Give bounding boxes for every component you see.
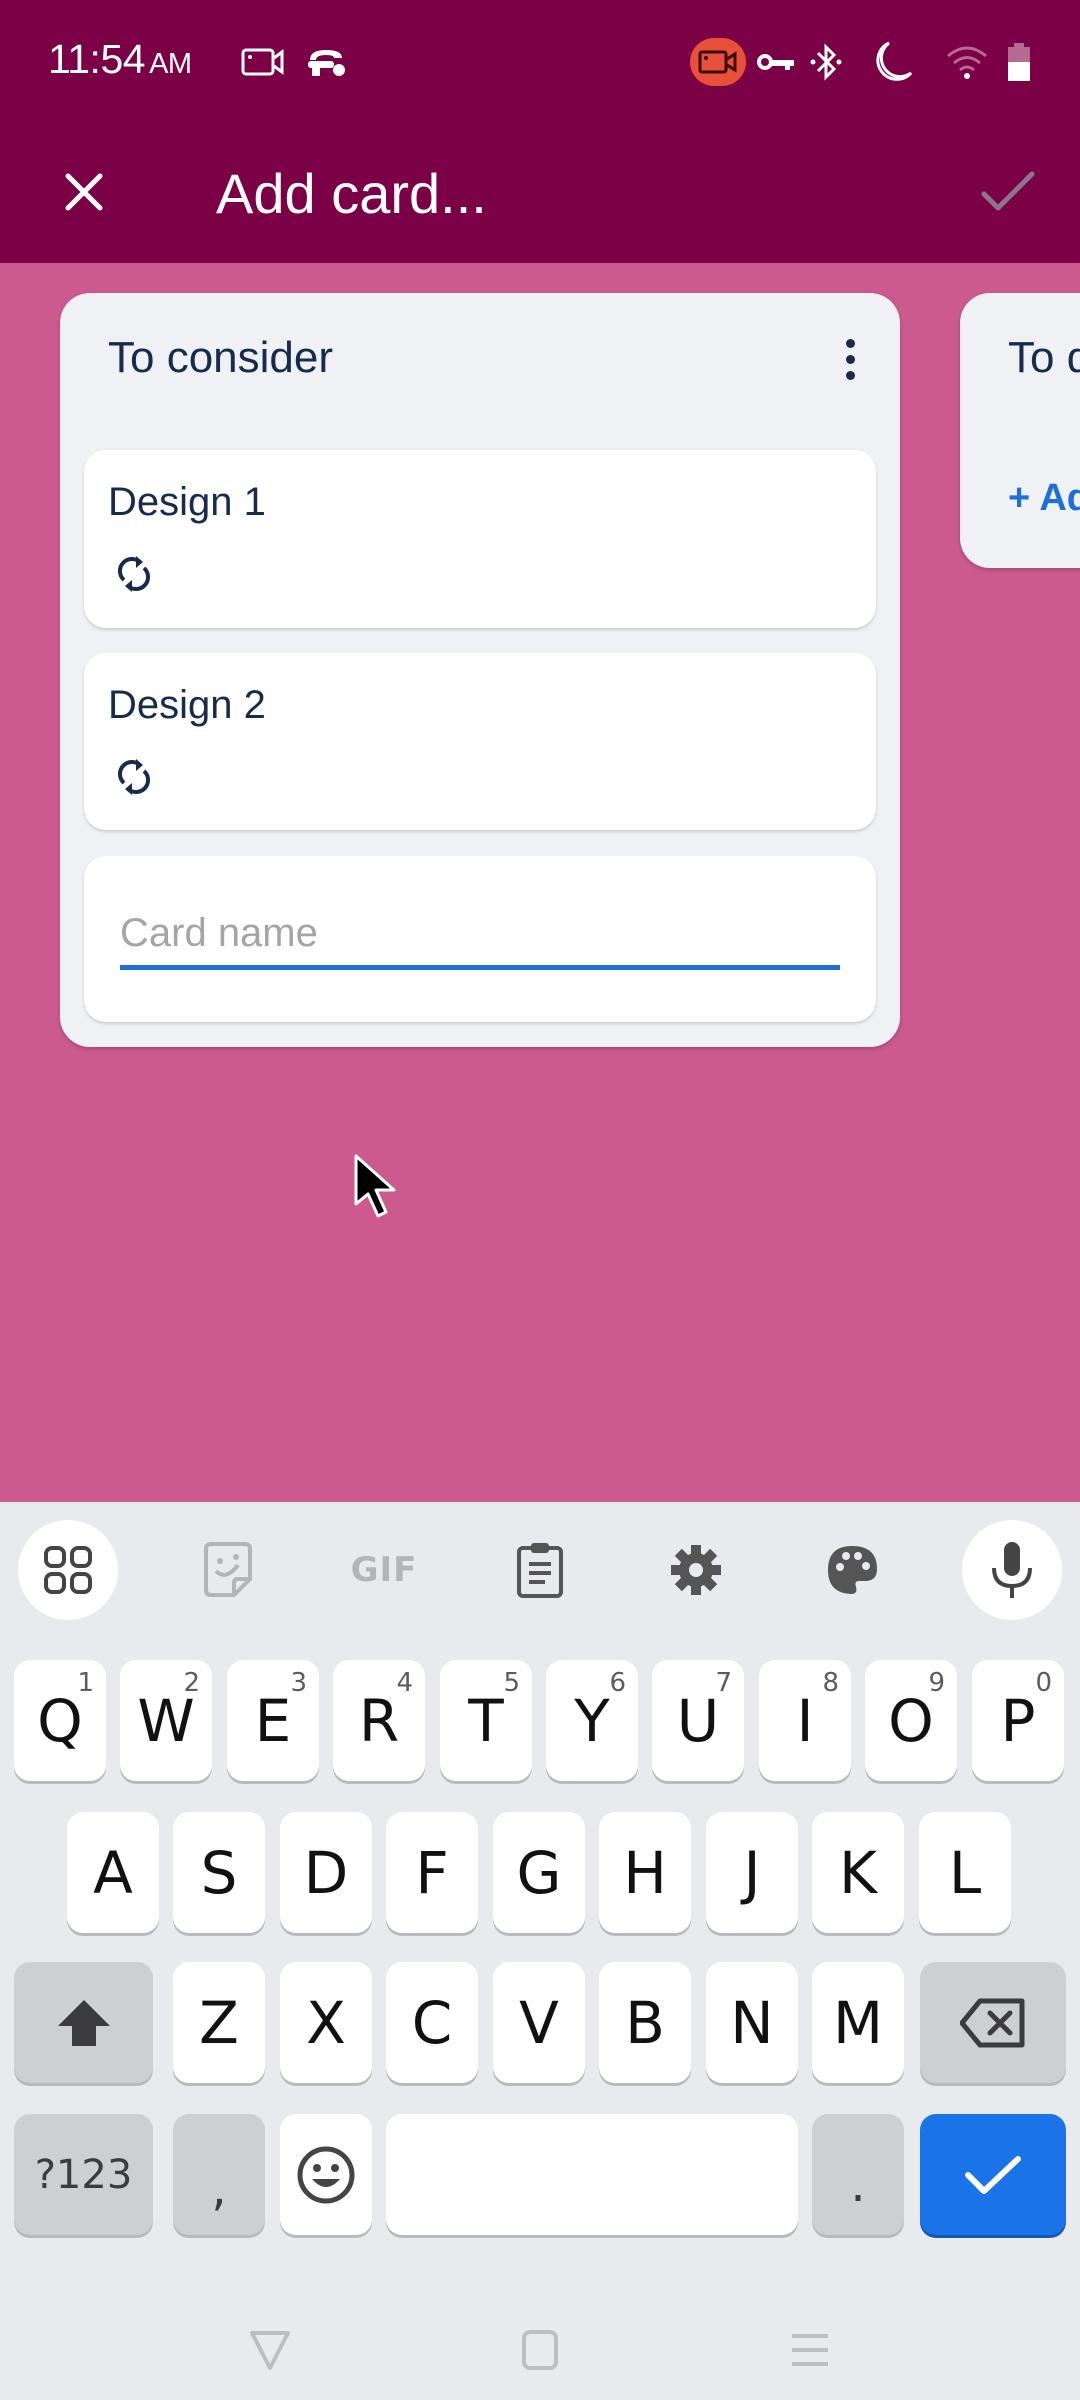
incognito-icon xyxy=(304,40,350,84)
clipboard-icon xyxy=(517,1543,563,1598)
palette-icon xyxy=(828,1546,877,1594)
home-icon xyxy=(522,2330,558,2370)
soft-keyboard: GIF Q1 W2 E3 R4 T5 Y6 U7 I8 O9 P0 A S D … xyxy=(0,1502,1080,2400)
key-h[interactable]: H xyxy=(599,1812,691,1933)
home-button[interactable] xyxy=(500,2310,580,2390)
comma-key[interactable]: , xyxy=(173,2114,265,2235)
wifi-icon xyxy=(944,40,990,84)
list-title: To consider xyxy=(108,333,334,382)
enter-key[interactable] xyxy=(920,2114,1066,2235)
do-not-disturb-moon-icon xyxy=(868,40,916,84)
list-to-do: To do + Add card xyxy=(960,293,1080,568)
key-u[interactable]: U7 xyxy=(652,1660,744,1781)
gif-button[interactable]: GIF xyxy=(334,1520,434,1620)
more-vert-icon xyxy=(845,338,855,348)
system-nav-bar xyxy=(0,2280,1080,2400)
emoji-icon xyxy=(297,2146,355,2203)
list-to-consider: To consider Design 1 Design 2 xyxy=(60,293,900,1047)
status-bar: 11:54 AM xyxy=(0,0,1080,130)
key-e[interactable]: E3 xyxy=(227,1660,319,1781)
app-bar: Add card... xyxy=(0,130,1080,263)
status-time: 11:54 AM xyxy=(48,36,192,83)
check-icon xyxy=(965,2155,1021,2194)
key-x[interactable]: X xyxy=(280,1962,372,2083)
recents-icon xyxy=(792,2334,828,2366)
key-j[interactable]: J xyxy=(706,1812,798,1933)
card-name-input[interactable] xyxy=(120,908,840,970)
page-title: Add card... xyxy=(216,162,487,225)
new-card-form xyxy=(84,856,876,1022)
key-n[interactable]: N xyxy=(706,1962,798,2083)
vpn-key-icon xyxy=(756,40,796,84)
battery-icon xyxy=(1004,40,1034,84)
time-text: 11:54 xyxy=(48,36,146,82)
key-m[interactable]: M xyxy=(812,1962,904,2083)
recents-button[interactable] xyxy=(770,2310,850,2390)
symbols-key[interactable]: ?123 xyxy=(14,2114,153,2235)
bluetooth-icon xyxy=(808,40,844,84)
key-a[interactable]: A xyxy=(67,1812,159,1933)
list-title: To do xyxy=(1008,333,1080,382)
sticker-icon xyxy=(204,1542,252,1597)
gif-label: GIF xyxy=(350,1550,418,1590)
key-z[interactable]: Z xyxy=(173,1962,265,2083)
key-f[interactable]: F xyxy=(386,1812,478,1933)
settings-icon xyxy=(671,1545,721,1595)
shift-arrow-icon xyxy=(57,1999,110,2046)
recurring-icon xyxy=(117,556,151,592)
period-key[interactable]: . xyxy=(812,2114,904,2235)
key-q[interactable]: Q1 xyxy=(14,1660,106,1781)
key-s[interactable]: S xyxy=(173,1812,265,1933)
key-d[interactable]: D xyxy=(280,1812,372,1933)
close-icon xyxy=(65,173,103,211)
back-button[interactable] xyxy=(230,2310,310,2390)
shift-key[interactable] xyxy=(14,1962,153,2083)
key-g[interactable]: G xyxy=(493,1812,585,1933)
card-title: Design 1 xyxy=(108,480,266,524)
close-button[interactable] xyxy=(44,152,124,232)
ampm-text: AM xyxy=(149,48,192,80)
key-w[interactable]: W2 xyxy=(120,1660,212,1781)
clipboard-button[interactable] xyxy=(490,1520,590,1620)
key-y[interactable]: Y6 xyxy=(546,1660,638,1781)
recording-active-icon xyxy=(690,38,746,86)
space-key[interactable] xyxy=(386,2114,798,2235)
back-icon xyxy=(250,2331,290,2370)
key-p[interactable]: P0 xyxy=(972,1660,1064,1781)
recurring-icon xyxy=(117,759,151,795)
key-i[interactable]: I8 xyxy=(759,1660,851,1781)
keyboard-toolbar: GIF xyxy=(0,1502,1080,1637)
keyboard-settings-button[interactable] xyxy=(646,1520,746,1620)
apps-grid-icon xyxy=(44,1546,92,1594)
card-title: Design 2 xyxy=(108,683,266,727)
voice-input-button[interactable] xyxy=(962,1520,1062,1620)
screen-record-icon xyxy=(240,40,286,84)
key-v[interactable]: V xyxy=(493,1962,585,2083)
key-l[interactable]: L xyxy=(919,1812,1011,1933)
apps-grid-button[interactable] xyxy=(18,1520,118,1620)
backspace-icon xyxy=(960,1998,1025,2047)
check-icon xyxy=(981,171,1035,211)
microphone-icon xyxy=(992,1542,1032,1598)
theme-button[interactable] xyxy=(802,1520,902,1620)
add-card-button[interactable]: + Add card xyxy=(1008,477,1080,520)
backspace-key[interactable] xyxy=(920,1962,1066,2083)
sticker-button[interactable] xyxy=(178,1520,278,1620)
key-c[interactable]: C xyxy=(386,1962,478,2083)
key-b[interactable]: B xyxy=(599,1962,691,2083)
card-item[interactable]: Design 2 xyxy=(84,653,876,830)
card-item[interactable]: Design 1 xyxy=(84,450,876,628)
mouse-cursor-icon xyxy=(354,1154,396,1218)
emoji-key[interactable] xyxy=(280,2114,372,2235)
key-k[interactable]: K xyxy=(812,1812,904,1933)
key-o[interactable]: O9 xyxy=(865,1660,957,1781)
list-menu-button[interactable] xyxy=(830,329,870,389)
key-r[interactable]: R4 xyxy=(333,1660,425,1781)
key-t[interactable]: T5 xyxy=(440,1660,532,1781)
confirm-button[interactable] xyxy=(968,152,1048,232)
